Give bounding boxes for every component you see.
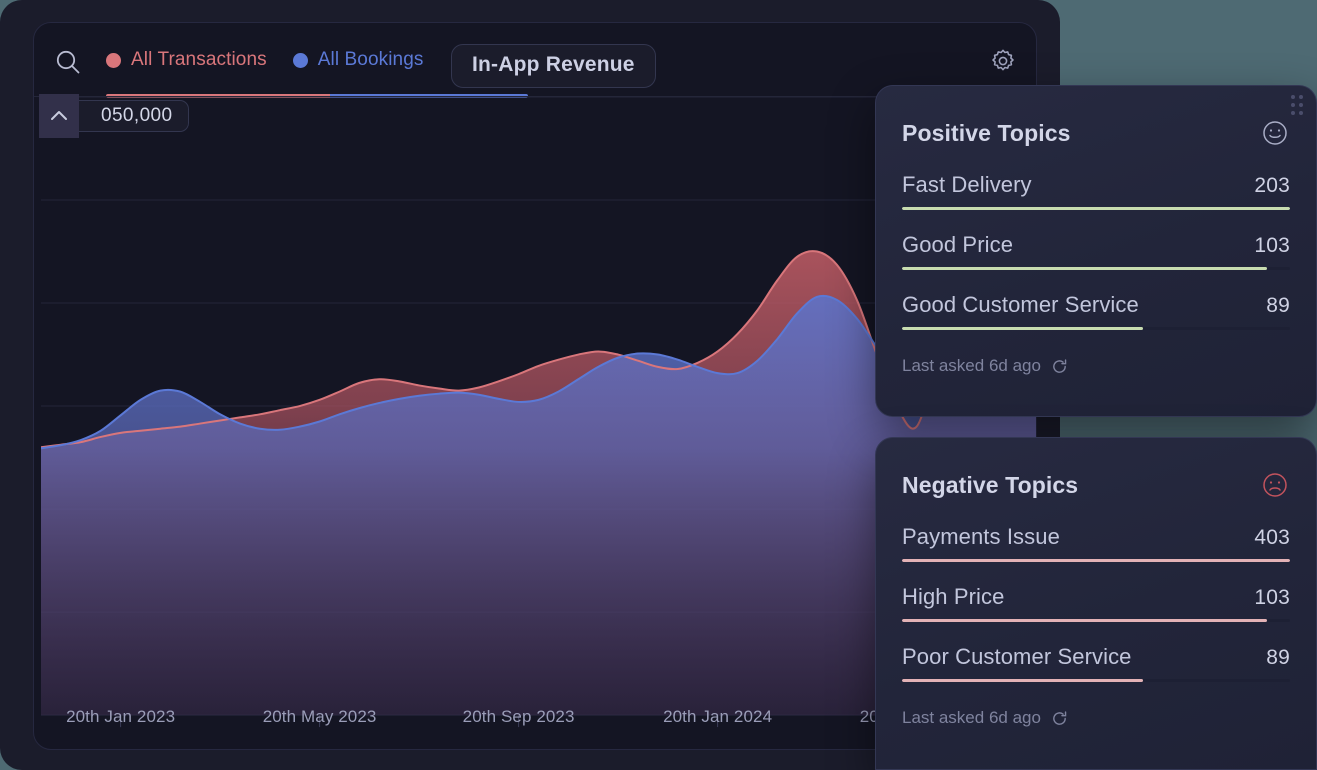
topic-count: 103 xyxy=(1254,234,1290,258)
topic-row-top: High Price 103 xyxy=(902,584,1290,610)
topic-label: Payments Issue xyxy=(902,524,1060,550)
positive-topics-title: Positive Topics xyxy=(902,120,1071,147)
positive-last-asked-text: Last asked 6d ago xyxy=(902,356,1041,376)
topic-row-top: Poor Customer Service 89 xyxy=(902,644,1290,670)
positive-topics-card: Positive Topics Fast Delivery 203 Good Pri… xyxy=(875,85,1317,417)
sad-face-icon[interactable] xyxy=(1260,470,1290,500)
positive-topics-header: Positive Topics xyxy=(902,118,1290,148)
y-value-collapse-handle[interactable] xyxy=(39,94,79,138)
chevron-up-icon xyxy=(48,105,70,127)
chart-legend: All Transactions All Bookings xyxy=(106,49,423,71)
topic-count: 103 xyxy=(1254,586,1290,610)
topic-count: 403 xyxy=(1254,526,1290,550)
topic-count: 203 xyxy=(1254,174,1290,198)
page-title: In-App Revenue xyxy=(451,44,656,88)
topic-progress-fill xyxy=(902,559,1290,562)
refresh-icon[interactable] xyxy=(1051,358,1068,375)
drag-dot xyxy=(1291,455,1295,459)
search-icon[interactable] xyxy=(53,47,83,77)
gear-icon[interactable] xyxy=(989,47,1017,75)
drag-dot xyxy=(1291,95,1295,99)
negative-last-asked-text: Last asked 6d ago xyxy=(902,708,1041,728)
drag-dot xyxy=(1299,95,1303,99)
negative-topics-card: Negative Topics Payments Issue 403 High Pr… xyxy=(875,437,1317,770)
drag-dot xyxy=(1291,463,1295,467)
topic-row-top: Fast Delivery 203 xyxy=(902,172,1290,198)
topic-progress-track xyxy=(902,267,1290,270)
legend-item-all-transactions[interactable]: All Transactions xyxy=(106,49,267,71)
topic-progress-track xyxy=(902,207,1290,210)
topic-row-top: Good Price 103 xyxy=(902,232,1290,258)
drag-dot xyxy=(1299,111,1303,115)
topic-progress-track xyxy=(902,327,1290,330)
drag-handle-icon[interactable] xyxy=(1291,95,1303,115)
topic-row[interactable]: High Price 103 xyxy=(902,584,1290,622)
topic-progress-fill xyxy=(902,207,1290,210)
topic-row[interactable]: Payments Issue 403 xyxy=(902,524,1290,562)
topic-label: Good Price xyxy=(902,232,1013,258)
drag-dot xyxy=(1299,447,1303,451)
refresh-icon[interactable] xyxy=(1051,710,1068,727)
topic-row-top: Payments Issue 403 xyxy=(902,524,1290,550)
chart-tick-marks xyxy=(121,715,917,727)
drag-dot xyxy=(1291,111,1295,115)
topic-progress-track xyxy=(902,619,1290,622)
y-value-text: 050,000 xyxy=(101,105,172,127)
drag-dot xyxy=(1291,103,1295,107)
topic-row[interactable]: Fast Delivery 203 xyxy=(902,172,1290,210)
topic-label: Fast Delivery xyxy=(902,172,1032,198)
topic-row[interactable]: Poor Customer Service 89 xyxy=(902,644,1290,682)
topic-progress-fill xyxy=(902,327,1143,330)
topic-progress-fill xyxy=(902,679,1143,682)
topic-row-top: Good Customer Service 89 xyxy=(902,292,1290,318)
topic-label: Good Customer Service xyxy=(902,292,1139,318)
smiley-face-icon[interactable] xyxy=(1260,118,1290,148)
topic-count: 89 xyxy=(1266,646,1290,670)
legend-label: All Bookings xyxy=(318,49,424,71)
positive-topics-footer: Last asked 6d ago xyxy=(902,356,1290,376)
topic-row[interactable]: Good Price 103 xyxy=(902,232,1290,270)
topic-progress-fill xyxy=(902,267,1267,270)
topic-label: Poor Customer Service xyxy=(902,644,1132,670)
negative-topics-header: Negative Topics xyxy=(902,470,1290,500)
topic-progress-fill xyxy=(902,619,1267,622)
dashboard-root: All Transactions All Bookings xyxy=(0,0,1317,770)
legend-dot-icon xyxy=(293,53,308,68)
legend-item-all-bookings[interactable]: All Bookings xyxy=(293,49,424,71)
negative-topics-footer: Last asked 6d ago xyxy=(902,708,1290,728)
legend-dot-icon xyxy=(106,53,121,68)
topic-label: High Price xyxy=(902,584,1004,610)
negative-topics-title: Negative Topics xyxy=(902,472,1078,499)
drag-dot xyxy=(1299,455,1303,459)
drag-dot xyxy=(1299,463,1303,467)
y-value-tooltip: 050,000 xyxy=(60,100,189,132)
positive-topics-list: Fast Delivery 203 Good Price 103 Good Custom… xyxy=(902,172,1290,330)
topic-progress-track xyxy=(902,679,1290,682)
drag-dot xyxy=(1291,447,1295,451)
topic-count: 89 xyxy=(1266,294,1290,318)
legend-label: All Transactions xyxy=(131,49,267,71)
drag-dot xyxy=(1299,103,1303,107)
negative-topics-list: Payments Issue 403 High Price 103 Poor Custo… xyxy=(902,524,1290,682)
topic-progress-track xyxy=(902,559,1290,562)
topic-row[interactable]: Good Customer Service 89 xyxy=(902,292,1290,330)
